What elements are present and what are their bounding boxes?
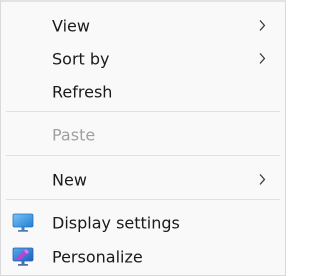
personalize-monitor-icon bbox=[12, 247, 34, 266]
menu-separator bbox=[6, 199, 280, 200]
menu-item-refresh[interactable]: Refresh bbox=[5, 76, 281, 108]
menu-item-view[interactable]: View bbox=[5, 10, 281, 42]
menu-item-refresh-label: Refresh bbox=[52, 82, 113, 102]
menu-item-paste: Paste bbox=[5, 119, 281, 151]
menu-item-sort-by[interactable]: Sort by bbox=[5, 43, 281, 75]
menu-item-view-label: View bbox=[52, 16, 90, 36]
menu-item-new-label: New bbox=[52, 170, 87, 190]
desktop-context-menu: View Sort by Refresh Paste New Display s… bbox=[0, 0, 286, 276]
menu-item-new[interactable]: New bbox=[5, 164, 281, 196]
display-monitor-icon bbox=[12, 213, 34, 232]
chevron-right-icon bbox=[259, 20, 266, 31]
menu-item-display-settings[interactable]: Display settings bbox=[5, 207, 281, 239]
menu-item-personalize[interactable]: Personalize bbox=[5, 241, 281, 273]
menu-separator bbox=[6, 111, 280, 112]
menu-item-personalize-label: Personalize bbox=[52, 247, 143, 267]
menu-item-sort-by-label: Sort by bbox=[52, 49, 110, 69]
menu-separator bbox=[6, 155, 280, 156]
menu-item-paste-label: Paste bbox=[52, 125, 96, 145]
chevron-right-icon bbox=[259, 174, 266, 185]
menu-item-display-settings-label: Display settings bbox=[52, 213, 180, 233]
chevron-right-icon bbox=[259, 53, 266, 64]
